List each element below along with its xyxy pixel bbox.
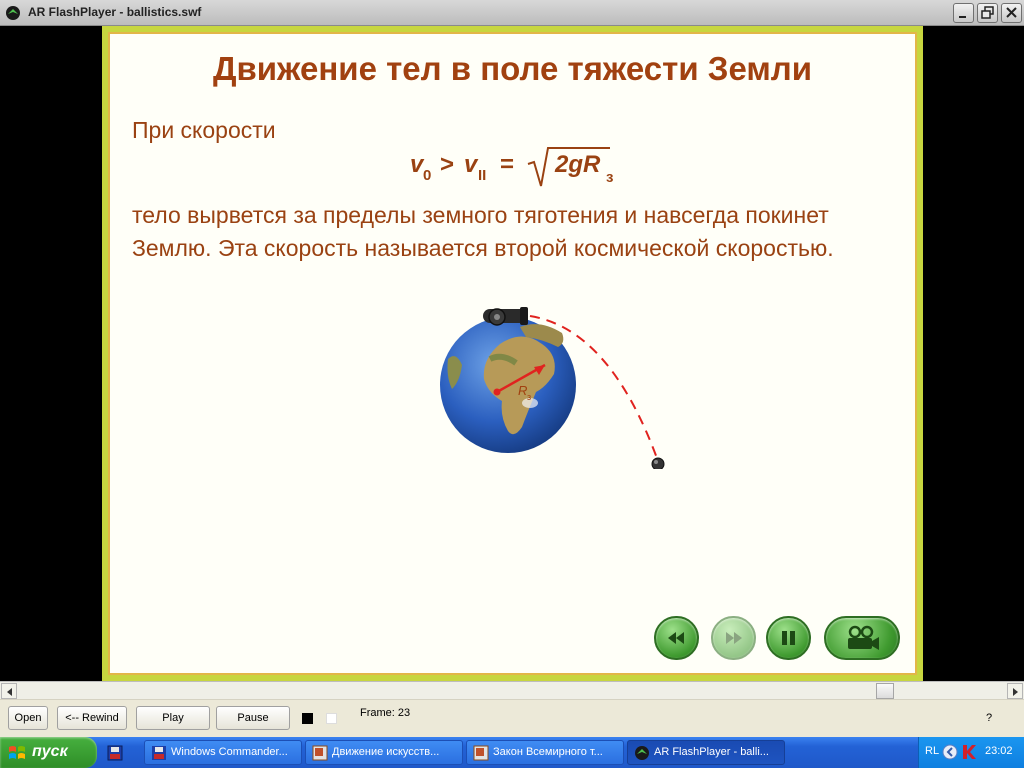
camera-icon xyxy=(848,625,879,650)
projectile-ball xyxy=(651,457,665,469)
slide-paragraph-intro: При скорости xyxy=(132,117,276,143)
system-tray: RL 23:02 xyxy=(918,737,1024,768)
arrow-right-icon xyxy=(1013,688,1018,696)
taskbar-item-label: Windows Commander... xyxy=(171,746,288,758)
pause-icon xyxy=(782,631,795,645)
flashplayer-app-icon xyxy=(6,6,20,20)
radius-label: R xyxy=(518,383,527,398)
open-button[interactable]: Open xyxy=(8,706,48,730)
rewind-icon xyxy=(668,632,684,644)
forward-button[interactable] xyxy=(711,616,756,660)
formula-v0-sub: 0 xyxy=(423,167,431,184)
flash-stage[interactable]: Движение тел в поле тяжести Земли При ск… xyxy=(0,26,1024,681)
slide-content: Движение тел в поле тяжести Земли При ск… xyxy=(108,32,917,675)
background-swatch[interactable] xyxy=(326,713,337,724)
restore-button[interactable] xyxy=(977,3,998,23)
pause-button[interactable] xyxy=(766,616,811,660)
minimize-button[interactable] xyxy=(953,3,974,23)
formula-v2-sub: II xyxy=(478,167,486,184)
stop-swatch[interactable] xyxy=(302,713,313,724)
flashplayer-app-icon xyxy=(635,746,649,760)
formula-eq: = xyxy=(500,151,514,178)
show-hidden-icons-icon[interactable] xyxy=(942,744,958,760)
formula-v2: v xyxy=(464,151,479,178)
start-button[interactable]: пуск xyxy=(0,737,97,768)
formula-radicand: 2gR xyxy=(554,151,601,178)
forward-icon xyxy=(726,632,742,644)
slide-frame: Движение тел в поле тяжести Земли При ск… xyxy=(102,26,923,681)
camera-button[interactable] xyxy=(824,616,900,660)
formula-radicand-sub: з xyxy=(606,169,613,186)
powerpoint-icon xyxy=(312,745,328,761)
earth-center-dot xyxy=(493,388,501,396)
taskbar-item-windows-commander[interactable]: Windows Commander... xyxy=(144,740,302,765)
horizontal-scrollbar[interactable] xyxy=(0,681,1024,699)
powerpoint-icon xyxy=(473,745,489,761)
taskbar-item-label: Закон Всемирного т... xyxy=(493,746,603,758)
pause-text-button[interactable]: Pause xyxy=(216,706,290,730)
minimize-icon xyxy=(959,16,966,18)
taskbar-item-label: Движение искусств... xyxy=(332,746,440,758)
earth-trajectory-illustration: R з xyxy=(440,307,665,469)
floppy-disk-icon xyxy=(152,746,166,760)
scroll-left-button[interactable] xyxy=(1,683,17,699)
close-button[interactable] xyxy=(1001,3,1022,23)
radius-label-sub: з xyxy=(527,392,531,402)
scroll-thumb[interactable] xyxy=(876,683,894,699)
floppy-disk-icon[interactable] xyxy=(107,745,123,761)
help-button[interactable]: ? xyxy=(986,712,992,724)
antivirus-icon[interactable] xyxy=(961,743,977,761)
play-button[interactable]: Play xyxy=(136,706,210,730)
close-icon xyxy=(1006,7,1017,18)
taskbar-item-label: AR FlashPlayer - balli... xyxy=(654,746,769,758)
windows-flag-icon xyxy=(9,746,25,759)
window-titlebar[interactable]: AR FlashPlayer - ballistics.swf xyxy=(0,0,1024,26)
frame-counter: Frame: 23 xyxy=(360,707,411,719)
formula-gt: > xyxy=(440,151,454,178)
taskbar-item-flashplayer[interactable]: AR FlashPlayer - balli... xyxy=(627,740,785,765)
restore-icon xyxy=(981,6,994,19)
language-indicator[interactable]: RL xyxy=(925,745,939,757)
arrow-left-icon xyxy=(7,688,12,696)
rewind-text-button[interactable]: <-- Rewind xyxy=(57,706,127,730)
window-title: AR FlashPlayer - ballistics.swf xyxy=(28,5,202,19)
taskbar-item-presentation-1[interactable]: Движение искусств... xyxy=(305,740,463,765)
player-control-bar: Open <-- Rewind Play Pause Frame: 23 ? xyxy=(0,699,1024,737)
slide-title: Движение тел в поле тяжести Земли xyxy=(212,50,813,87)
clock: 23:02 xyxy=(985,745,1013,757)
rewind-button[interactable] xyxy=(654,616,699,660)
taskbar: пуск Windows Commander... Движение искус… xyxy=(0,737,1024,768)
taskbar-item-presentation-2[interactable]: Закон Всемирного т... xyxy=(466,740,624,765)
slide-paragraph-body: тело вырвется за пределы земного тяготен… xyxy=(132,202,834,261)
scroll-right-button[interactable] xyxy=(1007,683,1023,699)
escape-velocity-formula: v 0 > v II = 2gR з xyxy=(410,147,613,187)
start-label: пуск xyxy=(32,743,68,760)
